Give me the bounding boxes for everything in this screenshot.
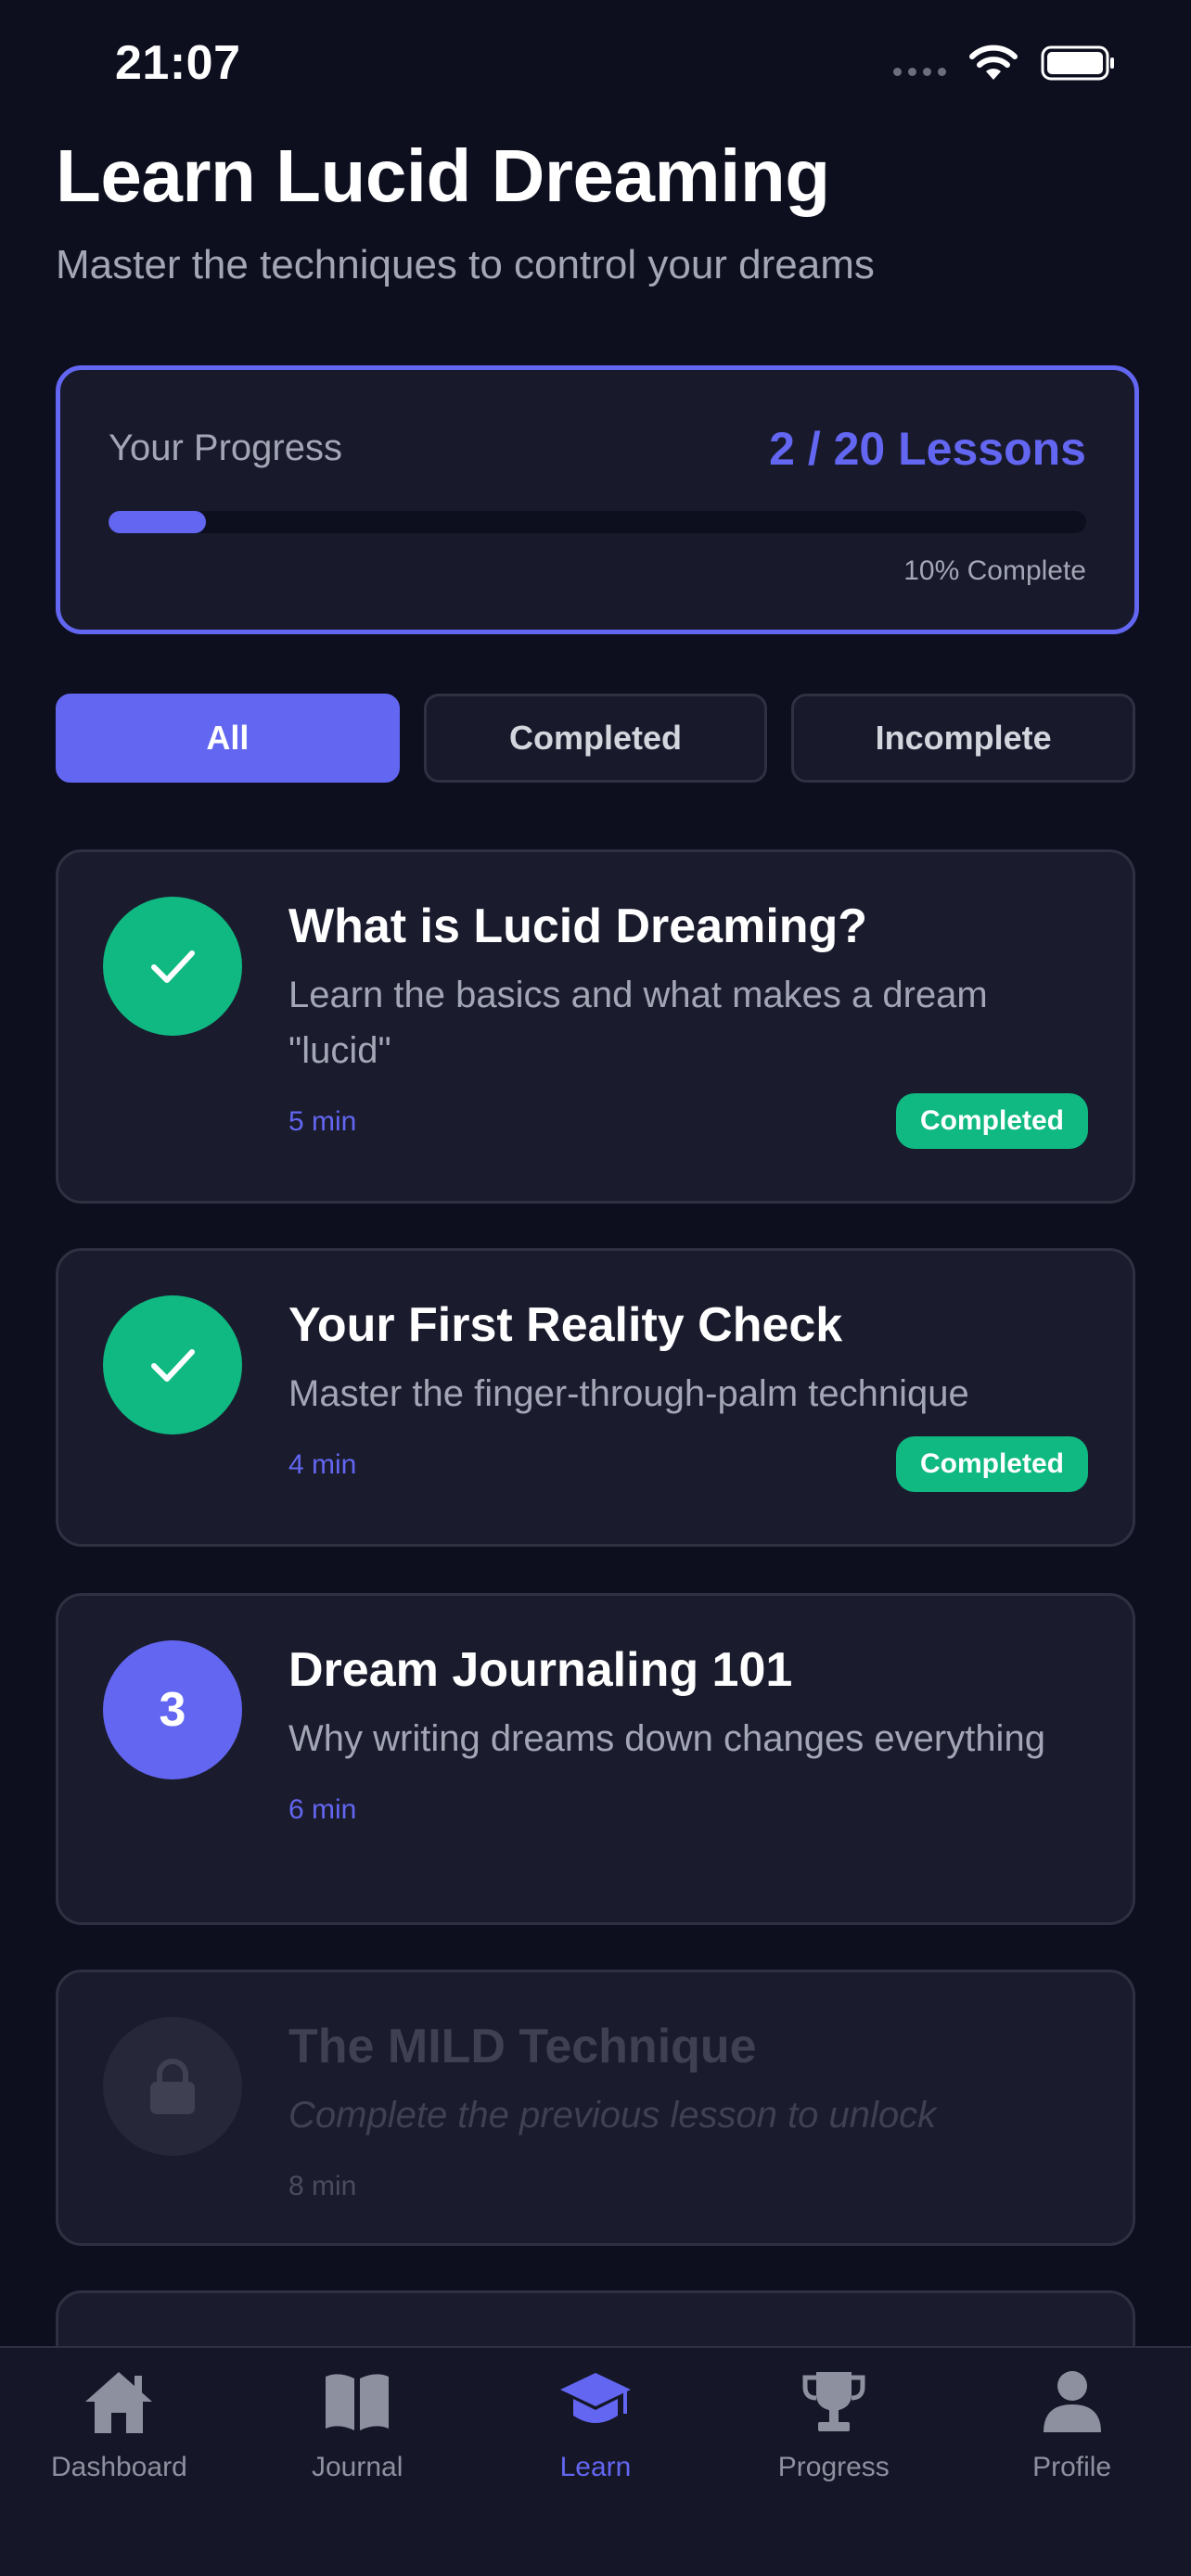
status-time: 21:07 — [115, 36, 241, 90]
progress-card: Your Progress 2 / 20 Lessons 10% Complet… — [56, 365, 1139, 634]
check-icon — [151, 1349, 195, 1382]
wifi-icon — [969, 45, 1018, 80]
lesson-description: Master the finger-through-palm technique — [288, 1373, 969, 1414]
filter-all-button[interactable]: All — [56, 694, 400, 783]
lesson-description: Complete the previous lesson to unlock — [288, 2095, 937, 2136]
status-icons — [893, 45, 1117, 82]
lesson-title: The MILD Technique — [288, 2020, 757, 2073]
lesson-duration: 6 min — [288, 1794, 357, 1825]
completed-badge: Completed — [895, 1436, 1088, 1492]
lesson-description: Why writing dreams down changes everythi… — [288, 1718, 1045, 1759]
tab-learn[interactable]: Learn — [477, 2348, 715, 2576]
progress-label: Your Progress — [109, 427, 342, 468]
lesson-title: Dream Journaling 101 — [288, 1643, 793, 1697]
lesson-duration: 4 min — [288, 1449, 357, 1480]
progress-percent: 10% Complete — [903, 555, 1086, 586]
lesson-status-circle — [103, 1295, 242, 1435]
progress-count: 2 / 20 Lessons — [769, 423, 1086, 475]
progress-bar-fill — [109, 511, 207, 533]
lesson-duration: 5 min — [288, 1106, 357, 1137]
lesson-title: What is Lucid Dreaming? — [288, 899, 868, 953]
lesson-description: Learn the basics and what makes a dream … — [288, 975, 988, 1071]
filter-completed-button[interactable]: Completed — [423, 694, 768, 783]
lock-icon — [150, 2059, 195, 2114]
completed-badge: Completed — [895, 1093, 1088, 1149]
tab-label: Journal — [311, 2452, 403, 2482]
tab-dashboard[interactable]: Dashboard — [0, 2348, 238, 2576]
lesson-status-circle — [103, 897, 242, 1036]
user-icon — [1043, 2371, 1101, 2432]
tab-label: Profile — [1032, 2452, 1112, 2482]
check-icon — [151, 950, 195, 983]
lesson-card-locked: The MILD Technique Complete the previous… — [56, 1970, 1135, 2246]
page-subtitle: Master the techniques to control your dr… — [56, 242, 875, 287]
lesson-number-circle: 3 — [103, 1640, 242, 1779]
trophy-icon — [802, 2372, 865, 2431]
tab-label: Learn — [559, 2452, 632, 2482]
lesson-lock-circle — [103, 2017, 242, 2156]
filter-segmented-control: All Completed Incomplete — [56, 694, 1136, 783]
book-icon — [326, 2374, 390, 2430]
graduation-cap-icon — [559, 2373, 631, 2423]
tab-progress[interactable]: Progress — [714, 2348, 953, 2576]
status-bar: 21:07 — [0, 0, 1191, 130]
tab-bar: Dashboard Journal Learn Progress Profile — [0, 2346, 1191, 2576]
lesson-card[interactable]: Your First Reality Check Master the fing… — [56, 1248, 1135, 1547]
progress-bar — [109, 511, 1086, 533]
filter-incomplete-button[interactable]: Incomplete — [791, 694, 1136, 783]
page-header: Learn Lucid Dreaming Master the techniqu… — [56, 130, 1135, 291]
tab-profile[interactable]: Profile — [953, 2348, 1191, 2576]
lesson-number: 3 — [159, 1683, 186, 1737]
cellular-signal-icon — [893, 67, 946, 76]
lesson-card[interactable]: What is Lucid Dreaming? Learn the basics… — [56, 849, 1135, 1204]
home-icon — [85, 2372, 153, 2433]
page-title: Learn Lucid Dreaming — [56, 134, 830, 217]
lesson-card[interactable]: 3 Dream Journaling 101 Why writing dream… — [56, 1593, 1135, 1925]
lesson-duration: 8 min — [288, 2171, 357, 2201]
lesson-title: Your First Reality Check — [288, 1298, 843, 1352]
tab-label: Progress — [777, 2452, 890, 2482]
tab-journal[interactable]: Journal — [238, 2348, 477, 2576]
tab-label: Dashboard — [51, 2452, 187, 2482]
battery-icon — [1041, 45, 1114, 81]
